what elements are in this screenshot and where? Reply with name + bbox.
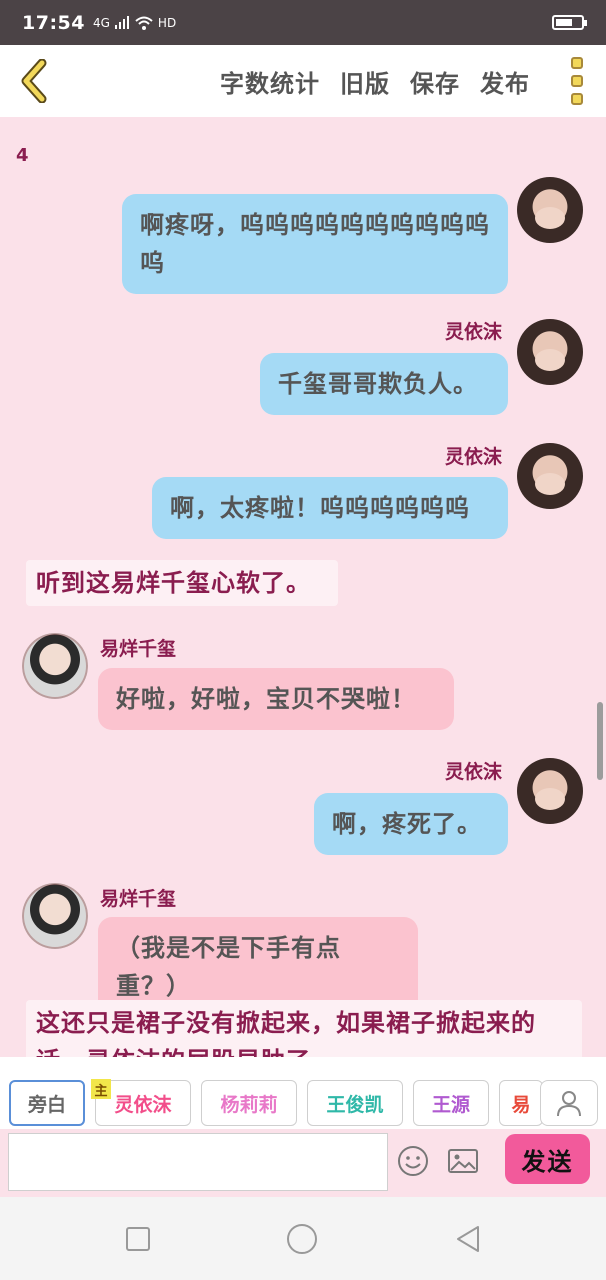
role-narrator[interactable]: 旁白 xyxy=(9,1080,85,1126)
avatar[interactable] xyxy=(517,758,583,824)
sender-name: 灵依沫 xyxy=(445,761,503,783)
chevron-left-icon xyxy=(21,59,47,103)
send-button[interactable]: 发送 xyxy=(505,1134,590,1184)
wifi-icon xyxy=(135,16,153,30)
role-yanglili[interactable]: 杨莉莉 xyxy=(201,1080,297,1126)
signal-icons: 4G HD xyxy=(93,15,176,31)
back-button[interactable] xyxy=(0,45,70,117)
avatar[interactable] xyxy=(22,883,88,949)
square-icon xyxy=(126,1227,150,1251)
role-label: 王俊凯 xyxy=(326,1093,384,1116)
sender-name: 易烊千玺 xyxy=(100,888,177,910)
page-number: 4 xyxy=(16,145,29,166)
top-toolbar: 字数统计 旧版 保存 发布 xyxy=(0,45,606,117)
input-bar: 发送 xyxy=(0,1129,606,1197)
chat-bubble-left[interactable]: 好啦，好啦，宝贝不哭啦！ xyxy=(98,668,454,730)
sender-name: 易烊千玺 xyxy=(100,638,177,660)
save-button[interactable]: 保存 xyxy=(410,64,460,99)
back-nav-button[interactable] xyxy=(451,1222,485,1256)
sender-name: 灵依沫 xyxy=(445,321,503,343)
role-manage-button[interactable] xyxy=(540,1080,598,1126)
image-icon xyxy=(448,1149,478,1173)
network-label: 4G xyxy=(92,15,110,30)
status-time: 17:54 xyxy=(22,11,85,34)
avatar[interactable] xyxy=(517,443,583,509)
avatar[interactable] xyxy=(22,633,88,699)
more-vertical-icon[interactable] xyxy=(560,57,594,105)
toolbar-actions: 字数统计 旧版 保存 发布 xyxy=(220,57,594,105)
role-label: 易 xyxy=(511,1093,531,1116)
role-label: 杨莉莉 xyxy=(220,1093,278,1116)
role-label: 旁白 xyxy=(27,1093,66,1116)
scrollbar-thumb[interactable] xyxy=(597,702,603,780)
emoji-button[interactable] xyxy=(396,1144,430,1178)
narration-text[interactable]: 这还只是裙子没有掀起来，如果裙子掀起来的话，灵依沫的屁股早肿了。 xyxy=(26,1000,582,1057)
person-icon xyxy=(557,1091,581,1117)
role-label: 王源 xyxy=(431,1093,470,1116)
battery-icon xyxy=(552,15,587,30)
signal-icon xyxy=(114,15,129,29)
avatar[interactable] xyxy=(517,319,583,385)
narration-text[interactable]: 听到这易烊千玺心软了。 xyxy=(26,560,338,606)
triangle-back-icon xyxy=(457,1226,479,1252)
status-bar: 17:54 4G HD xyxy=(0,0,606,45)
chat-bubble-right[interactable]: 啊疼呀，呜呜呜呜呜呜呜呜呜呜呜 xyxy=(122,194,508,294)
message-input[interactable] xyxy=(8,1133,388,1191)
publish-button[interactable]: 发布 xyxy=(480,64,530,99)
circle-icon xyxy=(287,1224,317,1254)
recents-button[interactable] xyxy=(121,1222,155,1256)
chat-bubble-right[interactable]: 啊，太疼啦！呜呜呜呜呜呜 xyxy=(152,477,508,539)
chat-area[interactable]: 4 啊疼呀，呜呜呜呜呜呜呜呜呜呜呜 灵依沫 千玺哥哥欺负人。 灵依沫 啊，太疼啦… xyxy=(0,117,606,1057)
role-label: 灵依沫 xyxy=(114,1093,172,1116)
chat-bubble-right[interactable]: 千玺哥哥欺负人。 xyxy=(260,353,508,415)
role-yi[interactable]: 易 xyxy=(499,1080,543,1126)
chat-bubble-right[interactable]: 啊，疼死了。 xyxy=(314,793,508,855)
old-version-button[interactable]: 旧版 xyxy=(340,64,390,99)
avatar[interactable] xyxy=(517,177,583,243)
sender-name: 灵依沫 xyxy=(445,446,503,468)
image-button[interactable] xyxy=(446,1144,480,1178)
word-count-button[interactable]: 字数统计 xyxy=(220,64,320,99)
emoji-icon xyxy=(398,1146,428,1176)
role-wangjunkai[interactable]: 王俊凯 xyxy=(307,1080,403,1126)
hd-label: HD xyxy=(157,15,177,30)
role-wangyuan[interactable]: 王源 xyxy=(413,1080,489,1126)
main-role-badge: 主 xyxy=(91,1079,111,1099)
home-button[interactable] xyxy=(285,1222,319,1256)
system-nav-bar xyxy=(0,1197,606,1280)
